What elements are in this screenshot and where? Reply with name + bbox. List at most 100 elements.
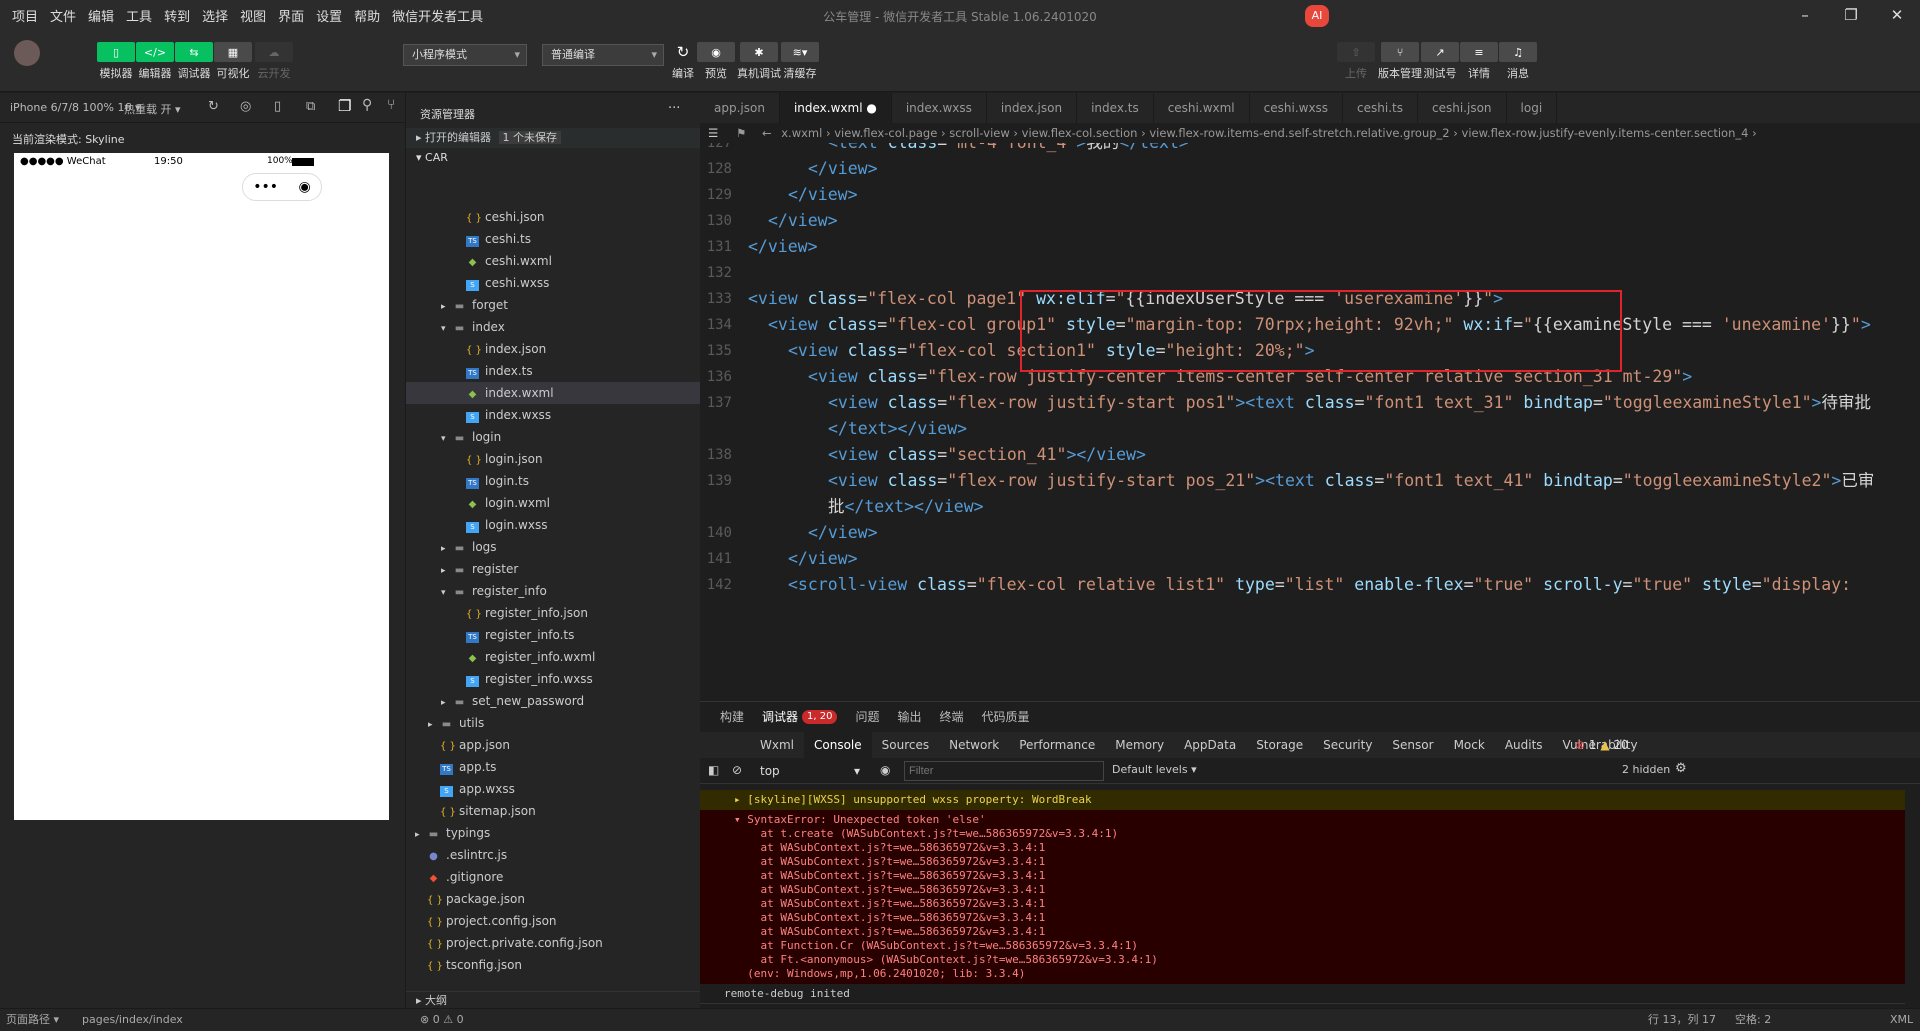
preview-button[interactable]: ◉ 预览	[697, 42, 735, 81]
devtools-tab[interactable]: Memory	[1105, 732, 1174, 758]
real-debug-button[interactable]: ✱ 真机调试	[737, 42, 781, 81]
error-warning-count[interactable]: ⊗ 1 ▲ 20	[1575, 732, 1629, 758]
menu-item[interactable]: 选择	[196, 6, 234, 25]
debugger-button[interactable]: ⇆ 调试器	[175, 42, 213, 81]
search-icon[interactable]: ⚲	[362, 97, 372, 113]
file-item[interactable]: TS login.ts	[406, 470, 701, 492]
menu-item[interactable]: 视图	[234, 6, 272, 25]
stack-frame[interactable]: at WASubContext.js?t=we…586365972&v=3.3.…	[734, 911, 1905, 925]
file-item[interactable]: { } project.private.config.json	[406, 932, 701, 954]
version-button[interactable]: ⑂ 版本管理	[1378, 42, 1422, 81]
sidebar-icon[interactable]: ◧	[708, 763, 719, 777]
test-account-button[interactable]: ↗ 测试号	[1421, 42, 1459, 81]
tab-ceshi-json[interactable]: ceshi.json	[1418, 93, 1507, 123]
file-item[interactable]: Sceshi.wxss	[406, 272, 701, 294]
devtools-tab[interactable]: Performance	[1009, 732, 1105, 758]
phone-screen[interactable]: ●●●●● WeChat 19:50 100% ••• ◉	[14, 153, 389, 820]
stack-frame[interactable]: (env: Windows,mp,1.06.2401020; lib: 3.3.…	[734, 967, 1905, 981]
file-item[interactable]: { } project.config.json	[406, 910, 701, 932]
clear-icon[interactable]: ⊘	[732, 763, 742, 777]
stack-frame[interactable]: at WASubContext.js?t=we…586365972&v=3.3.…	[734, 869, 1905, 883]
devtools-tab[interactable]: Wxml	[750, 732, 804, 758]
file-item[interactable]: { } register_info.json	[406, 602, 701, 624]
menu-item[interactable]: 编辑	[82, 6, 120, 25]
tab-index-wxss[interactable]: index.wxss	[892, 93, 987, 123]
simulator-button[interactable]: ▯ 模拟器	[97, 42, 135, 81]
folder-item[interactable]: ▸ ▬ utils	[406, 712, 701, 734]
eye-icon[interactable]: ◉	[880, 763, 890, 777]
git-icon[interactable]: ⑂	[387, 97, 395, 113]
tab-index-ts[interactable]: index.ts	[1077, 93, 1154, 123]
file-item[interactable]: { } login.json	[406, 448, 701, 470]
stack-frame[interactable]: at WASubContext.js?t=we…586365972&v=3.3.…	[734, 883, 1905, 897]
window-icon[interactable]: ⧉	[306, 99, 315, 114]
file-item[interactable]: TS register_info.ts	[406, 624, 701, 646]
file-item[interactable]: { } app.json	[406, 734, 701, 756]
page-path-label[interactable]: 页面路径 ▾	[6, 1009, 59, 1031]
devtools-tab[interactable]: Audits	[1495, 732, 1553, 758]
file-item[interactable]: Sindex.wxss	[406, 404, 701, 426]
levels-select[interactable]: Default levels ▾	[1112, 763, 1197, 776]
devtools-tab[interactable]: Security	[1313, 732, 1382, 758]
devtools-tab[interactable]: Network	[939, 732, 1009, 758]
folder-item[interactable]: ▸ ▬ forget	[406, 294, 701, 316]
devtools-tab[interactable]: Sensor	[1382, 732, 1443, 758]
file-item[interactable]: ◆ .gitignore	[406, 866, 701, 888]
file-item[interactable]: { } tsconfig.json	[406, 954, 701, 976]
more-icon[interactable]: •••	[253, 179, 278, 195]
file-item[interactable]: TS app.ts	[406, 756, 701, 778]
detail-button[interactable]: ≡ 详情	[1460, 42, 1498, 81]
close-icon[interactable]: ✕	[1874, 0, 1920, 30]
file-item[interactable]: ◆ login.wxml	[406, 492, 701, 514]
devtools-tab[interactable]: AppData	[1174, 732, 1246, 758]
menu-item[interactable]: 设置	[310, 6, 348, 25]
visual-button[interactable]: ▦ 可视化	[214, 42, 252, 81]
hot-reload-toggle[interactable]: 热重载 开 ▾	[124, 101, 181, 117]
menu-item[interactable]: 项目	[6, 6, 44, 25]
panel-tab[interactable]: 调试器	[762, 702, 798, 732]
list-icon[interactable]: ☰	[700, 126, 726, 140]
files-icon[interactable]: ❐	[338, 97, 351, 115]
tab-ceshi-ts[interactable]: ceshi.ts	[1343, 93, 1418, 123]
phone-icon[interactable]: ▯	[274, 99, 281, 114]
devtools-tab[interactable]: Console	[804, 732, 872, 758]
reload-icon[interactable]: ↻	[208, 99, 219, 114]
file-item[interactable]: Slogin.wxss	[406, 514, 701, 536]
clear-cache-button[interactable]: ≋▾ 清缓存	[781, 42, 819, 81]
devtools-tab[interactable]: Mock	[1444, 732, 1495, 758]
device-select[interactable]: iPhone 6/7/8 100% 16 ▾	[10, 101, 141, 114]
stack-frame[interactable]: at Function.Cr (WASubContext.js?t=we…586…	[734, 939, 1905, 953]
folder-item[interactable]: ▸ ▬ typings	[406, 822, 701, 844]
filter-input[interactable]	[904, 761, 1104, 781]
file-item[interactable]: { } index.json	[406, 338, 701, 360]
stack-frame[interactable]: at WASubContext.js?t=we…586365972&v=3.3.…	[734, 925, 1905, 939]
folder-item[interactable]: ▸ ▬ logs	[406, 536, 701, 558]
stack-frame[interactable]: at Ft.<anonymous> (WASubContext.js?t=we……	[734, 953, 1905, 967]
problems-count[interactable]: ⊗ 0 ⚠ 0	[420, 1009, 464, 1031]
panel-tab[interactable]: 构建	[720, 702, 744, 732]
console-error[interactable]: ▾ SyntaxError: Unexpected token 'else' a…	[700, 810, 1905, 984]
mode-select[interactable]: 小程序模式	[403, 44, 527, 66]
stack-frame[interactable]: at t.create (WASubContext.js?t=we…586365…	[734, 827, 1905, 841]
stop-icon[interactable]: ◎	[240, 99, 251, 114]
file-item[interactable]: TS ceshi.ts	[406, 228, 701, 250]
file-item[interactable]: TS index.ts	[406, 360, 701, 382]
message-button[interactable]: ♫ 消息	[1499, 42, 1537, 81]
menu-item[interactable]: 转到	[158, 6, 196, 25]
more-icon[interactable]: ···	[668, 101, 680, 116]
bookmark-icon[interactable]: ⚑	[730, 126, 752, 140]
maximize-icon[interactable]: ❐	[1828, 0, 1874, 30]
project-root[interactable]: ▾ CAR	[406, 148, 701, 168]
close-target-icon[interactable]: ◉	[299, 179, 311, 195]
ai-button[interactable]: AI	[1305, 5, 1329, 27]
file-item[interactable]: Sregister_info.wxss	[406, 668, 701, 690]
folder-item[interactable]: ▸ ▬ set_new_password	[406, 690, 701, 712]
panel-tab[interactable]: 终端	[940, 702, 964, 732]
devtools-tab[interactable]: Storage	[1246, 732, 1313, 758]
compile-mode-select[interactable]: 普通编译	[542, 44, 664, 66]
stack-frame[interactable]: at WASubContext.js?t=we…586365972&v=3.3.…	[734, 841, 1905, 855]
tab-logi[interactable]: logi	[1507, 93, 1558, 123]
gear-icon[interactable]: ⚙	[1675, 761, 1687, 776]
outline-section[interactable]: ▸ 大纲	[406, 991, 701, 1009]
console-warning[interactable]: ▸ [skyline][WXSS] unsupported wxss prope…	[700, 790, 1905, 810]
